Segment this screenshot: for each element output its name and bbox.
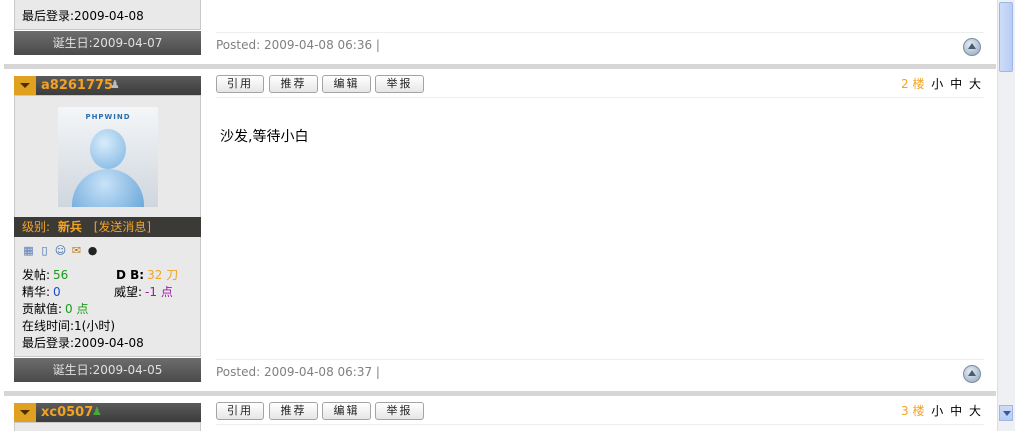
font-medium-link[interactable]: 中 [950,404,962,418]
font-large-link[interactable]: 大 [969,404,981,418]
forum-thread: 最后登录:2009-04-08 诞生日:2009-04-07 Posted: 2… [0,0,997,431]
rank-bar: 级别: 新兵 [发送消息] [14,217,201,237]
db-label: D B: [116,268,145,282]
vertical-scrollbar[interactable] [997,0,1015,431]
offline-user-icon: ♟ [110,78,120,91]
prev-divider [216,32,984,33]
prestige-stat: 威望: -1 点 [114,283,173,300]
username-link[interactable]: a8261775 [41,78,113,93]
digest-value: 0 [53,285,61,299]
user-header: a8261775 ♟ [14,76,201,95]
rank-label: 级别: [22,220,51,234]
user-action-icons: ▦ ▯ ☺ ✉ ● [22,245,99,257]
posts-label: 发帖: [22,268,51,282]
birthday-bar: 诞生日:2009-04-05 [14,358,201,382]
edit-button[interactable]: 编辑 [322,402,371,420]
send-message-link[interactable]: [发送消息] [94,220,151,234]
prev-posted-time: Posted: 2009-04-08 06:36 | [216,38,380,52]
avatar-head [90,129,126,169]
mailbox-icon[interactable]: ✉ [70,245,83,257]
back-to-top-icon[interactable] [963,38,981,56]
recommend-button[interactable]: 推荐 [269,402,318,420]
online-time-stat: 在线时间:1(小时) [22,319,116,333]
scroll-down-arrow-icon[interactable] [999,405,1013,421]
font-small-link[interactable]: 小 [931,77,943,91]
posted-time: Posted: 2009-04-08 06:37 | [216,365,380,379]
posts-value: 56 [53,268,69,282]
prev-last-login: 最后登录:2009-04-08 [22,9,144,23]
avatar: PHPWIND [58,107,158,207]
floor-indicator: 3 楼 小 中 大 [898,402,981,419]
prestige-label: 威望: [114,285,143,299]
floor-indicator: 2 楼 小 中 大 [898,75,981,92]
db-value: 32 刀 [147,268,179,282]
last-login-stat: 最后登录:2009-04-08 [22,336,144,350]
prestige-value: -1 点 [145,285,173,299]
posts-stat: 发帖: 56 [22,266,68,283]
db-stat: D B: 32 刀 [116,266,178,283]
font-medium-link[interactable]: 中 [950,77,962,91]
user-menu-dropdown-icon[interactable] [14,403,36,422]
font-small-link[interactable]: 小 [931,404,943,418]
report-button[interactable]: 举报 [375,402,424,420]
quote-button[interactable]: 引用 [216,402,264,420]
quote-button[interactable]: 引用 [216,75,264,93]
digest-label: 精华: [22,285,51,299]
post-header-divider [216,97,984,98]
contribution-label: 贡献值: [22,302,63,316]
digest-stat: 精华: 0 [22,283,61,300]
post-content: 沙发,等待小白 [220,129,309,145]
back-to-top-icon[interactable] [963,365,981,383]
online-user-icon: ♟ [92,405,102,418]
profile-card-icon[interactable]: ▦ [22,245,35,257]
user-panel [14,422,201,431]
contribution-stat: 贡献值: 0 点 [22,300,89,317]
user-header: xc0507 ♟ [14,403,201,422]
post-footer-divider [216,359,984,360]
qq-icon[interactable]: ● [86,245,99,257]
avatar-brand-text: PHPWIND [85,113,131,121]
edit-button[interactable]: 编辑 [322,75,371,93]
floor-number: 3 楼 [901,404,925,418]
contribution-value: 0 点 [65,302,89,316]
post-header-divider [216,424,984,425]
add-friend-icon[interactable]: ☺ [54,245,67,257]
post-separator [4,64,996,69]
post-separator [4,391,996,396]
phone-icon[interactable]: ▯ [38,245,51,257]
username-link[interactable]: xc0507 [41,405,93,420]
recommend-button[interactable]: 推荐 [269,75,318,93]
prev-birthday: 诞生日:2009-04-07 [14,31,201,55]
scrollbar-thumb[interactable] [999,2,1013,72]
report-button[interactable]: 举报 [375,75,424,93]
font-large-link[interactable]: 大 [969,77,981,91]
rank-value: 新兵 [57,220,82,234]
floor-number: 2 楼 [901,77,925,91]
user-menu-dropdown-icon[interactable] [14,76,36,95]
avatar-body [72,169,144,207]
